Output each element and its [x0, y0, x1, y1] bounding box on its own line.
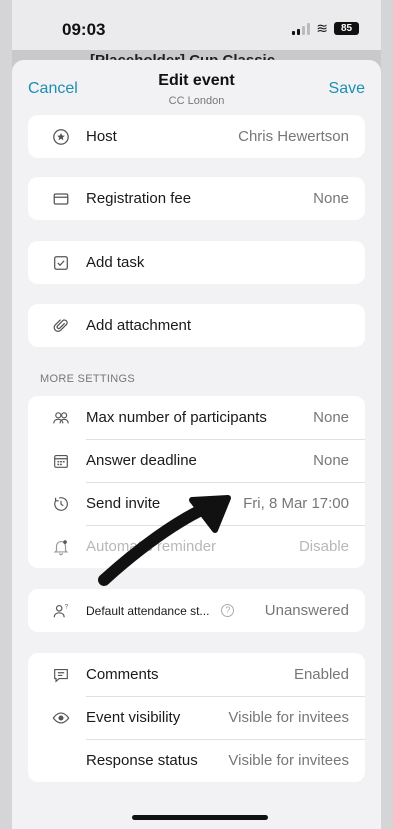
- help-icon[interactable]: ?: [221, 604, 235, 617]
- event-visibility-label: Event visibility: [86, 709, 181, 726]
- background-screen-left: [0, 0, 12, 829]
- page-title: Edit event: [158, 72, 235, 89]
- automatic-reminder-value: Disable: [298, 538, 349, 555]
- answer-deadline-row[interactable]: Answer deadline None: [28, 439, 365, 482]
- people-icon: [48, 409, 74, 427]
- save-button[interactable]: Save: [329, 80, 365, 98]
- page-subtitle: CC London: [168, 95, 225, 107]
- checkbox-icon: [48, 254, 74, 272]
- registration-fee-label: Registration fee: [86, 190, 192, 207]
- host-row[interactable]: Host Chris Hewertson: [28, 115, 365, 158]
- star-circle-icon: [48, 128, 74, 146]
- calendar-icon: [48, 452, 74, 470]
- response-status-value: Visible for invitees: [228, 752, 349, 769]
- comments-value: Enabled: [293, 666, 349, 683]
- registration-fee-card: Registration fee None: [28, 177, 365, 220]
- registration-fee-row[interactable]: Registration fee None: [28, 177, 365, 220]
- send-invite-row[interactable]: Send invite Fri, 8 Mar 17:00: [28, 482, 365, 525]
- event-visibility-row[interactable]: Event visibility Visible for invitees: [28, 696, 365, 739]
- default-attendance-label: Default attendance st...: [86, 603, 210, 618]
- add-attachment-card: Add attachment: [28, 304, 365, 347]
- signal-icon: [292, 22, 311, 35]
- max-participants-value: None: [313, 409, 349, 426]
- edit-event-sheet: Cancel Edit event CC London Save Host Ch…: [12, 60, 381, 829]
- status-time: 09:03: [62, 20, 106, 39]
- host-label: Host: [86, 128, 117, 145]
- event-visibility-value: Visible for invitees: [228, 709, 349, 726]
- paperclip-icon: [48, 317, 74, 335]
- response-status-row[interactable]: Response status Visible for invitees: [28, 739, 365, 782]
- status-bar: 09:03 ≋ 85 [Placeholder] Cup Classic: [12, 0, 381, 62]
- host-card: Host Chris Hewertson: [28, 115, 365, 158]
- default-attendance-row[interactable]: ? Default attendance st... ? Unanswered: [28, 589, 365, 632]
- send-invite-value: Fri, 8 Mar 17:00: [243, 495, 349, 512]
- add-task-label: Add task: [86, 254, 145, 271]
- response-status-label: Response status: [86, 752, 198, 769]
- background-screen-right: [381, 0, 393, 829]
- answer-deadline-value: None: [313, 452, 349, 469]
- more-settings-header: MORE SETTINGS: [40, 373, 135, 385]
- max-participants-row[interactable]: Max number of participants None: [28, 396, 365, 439]
- add-attachment-row[interactable]: Add attachment: [28, 304, 365, 347]
- max-participants-label: Max number of participants: [86, 409, 267, 426]
- automatic-reminder-label: Automatic reminder: [86, 538, 217, 555]
- person-question-icon: ?: [48, 602, 74, 620]
- nav-bar: Cancel Edit event CC London Save: [12, 60, 381, 116]
- add-task-card: Add task: [28, 241, 365, 284]
- more-settings-card: Max number of participants None Answer d…: [28, 396, 365, 568]
- add-attachment-label: Add attachment: [86, 317, 192, 334]
- automatic-reminder-row[interactable]: Automatic reminder Disable: [28, 525, 365, 568]
- comments-row[interactable]: Comments Enabled: [28, 653, 365, 696]
- comments-label: Comments: [86, 666, 159, 683]
- add-task-row[interactable]: Add task: [28, 241, 365, 284]
- bell-icon: [48, 538, 74, 556]
- status-icons: ≋ 85: [292, 20, 359, 37]
- default-attendance-value: Unanswered: [264, 602, 349, 619]
- send-invite-label: Send invite: [86, 495, 161, 512]
- answer-deadline-label: Answer deadline: [86, 452, 197, 469]
- card-icon: [48, 190, 74, 208]
- registration-fee-value: None: [313, 190, 349, 207]
- timer-icon: [48, 495, 74, 513]
- battery-icon: 85: [334, 22, 359, 35]
- comment-icon: [48, 666, 74, 684]
- eye-icon: [48, 709, 74, 727]
- svg-text:?: ?: [65, 603, 69, 610]
- visibility-card: Comments Enabled Event visibility Visibl…: [28, 653, 365, 782]
- default-attendance-card: ? Default attendance st... ? Unanswered: [28, 589, 365, 632]
- home-indicator: [132, 815, 268, 820]
- host-value: Chris Hewertson: [238, 128, 349, 145]
- wifi-icon: ≋: [316, 20, 328, 36]
